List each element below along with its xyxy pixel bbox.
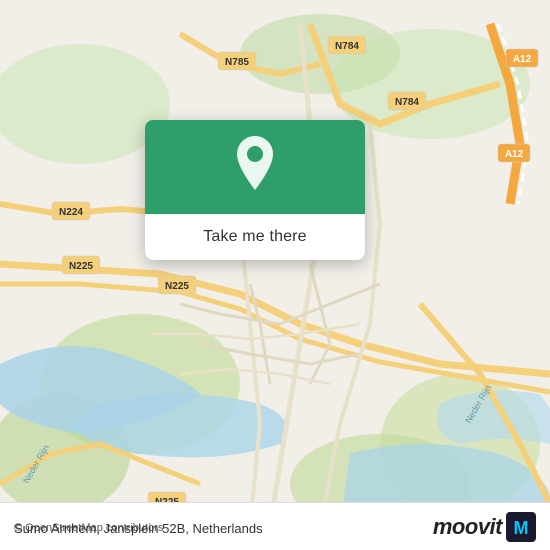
moovit-m-icon: M bbox=[506, 512, 536, 542]
location-pin-icon bbox=[229, 136, 281, 196]
svg-text:N225: N225 bbox=[69, 261, 93, 272]
location-icon-wrap bbox=[227, 138, 283, 194]
svg-text:N225: N225 bbox=[165, 281, 189, 292]
moovit-logo-text: moovit bbox=[433, 514, 502, 540]
map-container: N784 A12 A12 N785 N784 N224 N225 N225 N2… bbox=[0, 0, 550, 550]
map-svg: N784 A12 A12 N785 N784 N224 N225 N225 N2… bbox=[0, 0, 550, 550]
popup-card: Take me there bbox=[145, 120, 365, 260]
svg-text:N785: N785 bbox=[225, 57, 249, 68]
svg-text:N224: N224 bbox=[59, 207, 83, 218]
svg-text:N784: N784 bbox=[395, 97, 419, 108]
svg-text:M: M bbox=[514, 518, 529, 538]
svg-text:N784: N784 bbox=[335, 41, 359, 52]
moovit-logo: moovit M bbox=[433, 512, 536, 542]
take-me-there-button[interactable]: Take me there bbox=[145, 214, 365, 260]
svg-text:A12: A12 bbox=[513, 54, 532, 65]
svg-text:A12: A12 bbox=[505, 149, 524, 160]
address-text: Sumo Arnhem, Jansplein 52B, Netherlands bbox=[14, 521, 263, 536]
